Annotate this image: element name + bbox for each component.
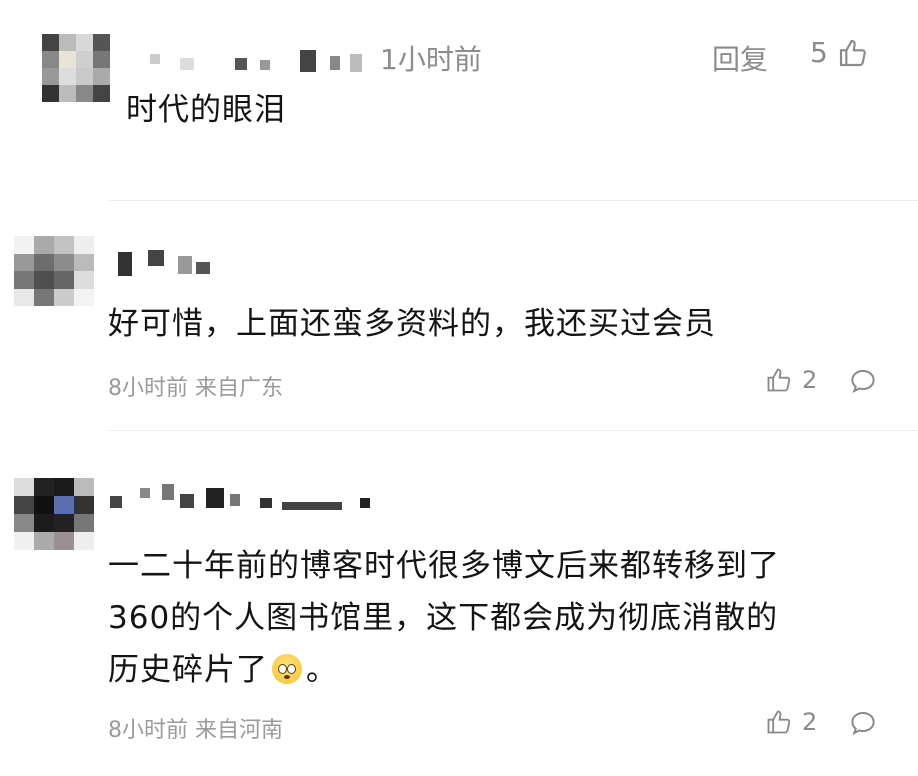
comment-time: 1小时前 (380, 43, 482, 76)
comment-bubble-icon (851, 369, 875, 393)
like-count: 2 (802, 708, 818, 736)
avatar[interactable] (42, 34, 110, 102)
comment-text-fragment: 历史碎片了 (108, 652, 268, 688)
avatar[interactable] (14, 236, 94, 306)
like-button[interactable]: 2 (764, 708, 817, 736)
like-count: 2 (802, 366, 818, 394)
thumbs-up-icon (839, 39, 866, 66)
divider (108, 430, 918, 431)
comment-text-line: 360的个人图书馆里，这下都会成为彻底消散的 (108, 600, 779, 636)
thumbs-up-icon (767, 710, 791, 734)
comment-button[interactable] (848, 708, 878, 742)
avatar[interactable] (14, 478, 94, 550)
comment-text-fragment: 。 (306, 652, 338, 688)
reply-button[interactable]: 回复 (712, 38, 768, 78)
comment-meta: 8小时前 来自广东 (108, 376, 283, 401)
like-button[interactable]: 2 (764, 366, 817, 394)
username-redacted[interactable] (118, 250, 228, 276)
username-redacted[interactable] (110, 484, 380, 510)
like-button[interactable]: 5 (810, 36, 870, 69)
username-redacted[interactable] (130, 46, 370, 72)
thumbs-up-icon (767, 368, 791, 392)
comment-meta: 8小时前 来自河南 (108, 718, 283, 743)
comment-text-line: 历史碎片了 。 (108, 644, 338, 689)
comment-text: 时代的眼泪 (126, 92, 286, 128)
divider (108, 200, 918, 201)
comment-text: 好可惜，上面还蛮多资料的，我还买过会员 (108, 306, 716, 342)
comment-text-line: 一二十年前的博客时代很多博文后来都转移到了 (108, 548, 780, 584)
comment-bubble-icon (851, 711, 875, 735)
like-count: 5 (810, 36, 828, 69)
comment-button[interactable] (848, 366, 878, 400)
flushed-face-emoji (272, 654, 302, 684)
